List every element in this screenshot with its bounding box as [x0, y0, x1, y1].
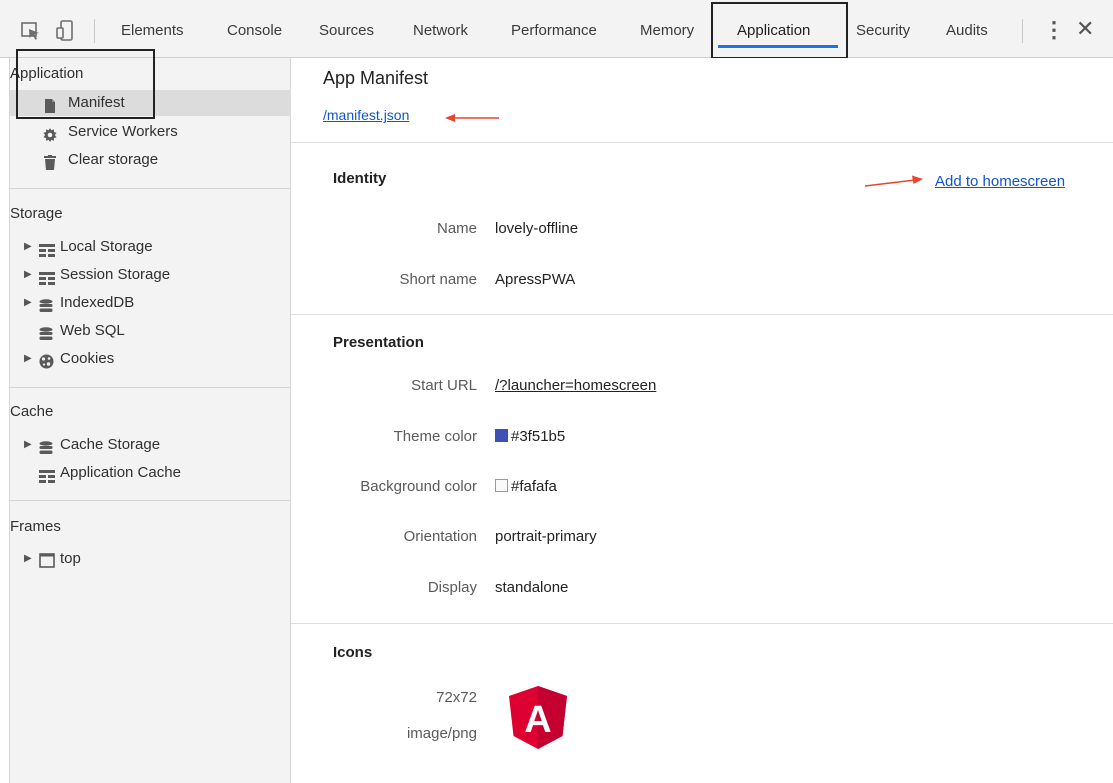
cursor-select-icon[interactable] — [20, 20, 42, 42]
sidebar-item-label: top — [60, 550, 81, 567]
manifest-link[interactable]: /manifest.json — [323, 107, 409, 123]
trash-icon — [43, 153, 58, 170]
section-divider — [291, 314, 1113, 315]
highlight-box-application-section — [16, 49, 155, 119]
sidebar-item-clear-storage[interactable]: Clear storage — [10, 147, 291, 173]
tab-audits[interactable]: Audits — [946, 19, 988, 43]
orientation-value: portrait-primary — [495, 528, 597, 545]
section-title-icons: Icons — [333, 644, 373, 661]
display-value: standalone — [495, 579, 569, 596]
orientation-label: Orientation — [403, 528, 477, 545]
grid-icon — [39, 268, 55, 285]
angular-logo-icon: A — [509, 686, 567, 749]
sidebar-section-storage: Storage — [10, 205, 63, 222]
sidebar-item-local-storage[interactable]: ▶ Local Storage — [10, 234, 291, 260]
sidebar-item-cache-storage[interactable]: ▶ Cache Storage — [10, 432, 291, 458]
close-icon[interactable]: ✕ — [1076, 18, 1094, 40]
frame-icon — [39, 551, 55, 568]
sidebar-item-label: Cache Storage — [60, 436, 161, 453]
name-label: Name — [436, 220, 477, 237]
background-color-swatch — [495, 479, 508, 492]
database-icon — [39, 296, 54, 312]
sidebar-item-session-storage[interactable]: ▶ Session Storage — [10, 262, 291, 288]
sidebar-item-label: IndexedDB — [60, 294, 135, 311]
section-divider — [291, 623, 1113, 624]
database-icon — [39, 438, 54, 454]
section-title-presentation: Presentation — [333, 334, 424, 351]
short-name-value: ApressPWA — [495, 271, 576, 288]
cookie-icon — [39, 352, 54, 369]
sidebar-item-frame-top[interactable]: ▶ top — [10, 546, 291, 572]
expand-triangle-icon[interactable]: ▶ — [24, 262, 32, 288]
section-title-identity: Identity — [333, 170, 387, 187]
main-panel: App Manifest /manifest.json Identity Add… — [291, 58, 1113, 783]
background-color-value: #fafafa — [495, 478, 557, 495]
angular-logo-letter: A — [524, 699, 551, 741]
sidebar-item-web-sql[interactable]: Web SQL — [10, 318, 291, 344]
sidebar-item-label: Session Storage — [60, 266, 171, 283]
sidebar: Application Manifest Service Workers Cle… — [9, 49, 291, 783]
sidebar-divider — [10, 188, 291, 189]
annotation-arrow-icon — [445, 114, 499, 122]
sidebar-item-label: Local Storage — [60, 238, 153, 255]
expand-triangle-icon[interactable]: ▶ — [24, 546, 32, 572]
sidebar-divider — [10, 387, 291, 388]
devtools-tab-bar: Elements Console Sources Network Perform… — [0, 0, 1113, 59]
start-url-link[interactable]: /?launcher=homescreen — [495, 377, 656, 394]
toolbar-separator — [1022, 19, 1023, 43]
page-title: App Manifest — [323, 68, 429, 88]
kebab-menu-icon[interactable]: ⋮ — [1043, 19, 1065, 41]
toolbar-separator — [94, 19, 95, 43]
expand-triangle-icon[interactable]: ▶ — [24, 346, 32, 372]
sidebar-item-label: Web SQL — [60, 322, 125, 339]
section-divider — [291, 142, 1113, 143]
tab-network[interactable]: Network — [413, 19, 468, 43]
tab-sources[interactable]: Sources — [319, 19, 374, 43]
theme-color-text: #3f51b5 — [511, 428, 566, 445]
device-toggle-icon[interactable] — [55, 20, 77, 42]
tab-security[interactable]: Security — [856, 19, 910, 43]
sidebar-item-service-workers[interactable]: Service Workers — [10, 119, 291, 145]
sidebar-item-cookies[interactable]: ▶ Cookies — [10, 346, 291, 372]
database-icon — [39, 324, 54, 340]
add-to-homescreen-link[interactable]: Add to homescreen — [935, 173, 1065, 190]
grid-icon — [39, 240, 55, 257]
expand-triangle-icon[interactable]: ▶ — [24, 432, 32, 458]
sidebar-item-application-cache[interactable]: Application Cache — [10, 460, 291, 486]
tab-console[interactable]: Console — [227, 19, 282, 43]
tab-performance[interactable]: Performance — [511, 19, 597, 43]
icon-size-label: 72x72 — [436, 689, 477, 706]
sidebar-item-indexeddb[interactable]: ▶ IndexedDB — [10, 290, 291, 316]
expand-triangle-icon[interactable]: ▶ — [24, 234, 32, 260]
grid-icon — [39, 466, 55, 483]
tab-elements[interactable]: Elements — [121, 19, 184, 43]
theme-color-swatch — [495, 429, 508, 442]
start-url-label: Start URL — [411, 377, 477, 394]
gear-icon — [42, 125, 57, 142]
sidebar-section-cache: Cache — [10, 403, 54, 420]
theme-color-label: Theme color — [393, 428, 477, 445]
background-color-text: #fafafa — [511, 478, 557, 495]
sidebar-item-label: Cookies — [60, 350, 115, 367]
display-label: Display — [427, 579, 477, 596]
sidebar-item-label: Service Workers — [68, 123, 178, 140]
background-color-label: Background color — [360, 478, 477, 495]
sidebar-item-label: Clear storage — [68, 151, 159, 168]
sidebar-section-frames: Frames — [10, 518, 61, 535]
annotation-arrow-icon — [865, 175, 923, 187]
expand-triangle-icon[interactable]: ▶ — [24, 290, 32, 316]
icon-type-label: image/png — [406, 725, 477, 742]
name-value: lovely-offline — [495, 220, 579, 237]
highlight-box-application-tab — [711, 2, 848, 59]
short-name-label: Short name — [399, 271, 477, 288]
tab-memory[interactable]: Memory — [640, 19, 694, 43]
sidebar-item-label: Application Cache — [60, 464, 181, 481]
theme-color-value: #3f51b5 — [495, 428, 565, 445]
sidebar-divider — [10, 500, 291, 501]
